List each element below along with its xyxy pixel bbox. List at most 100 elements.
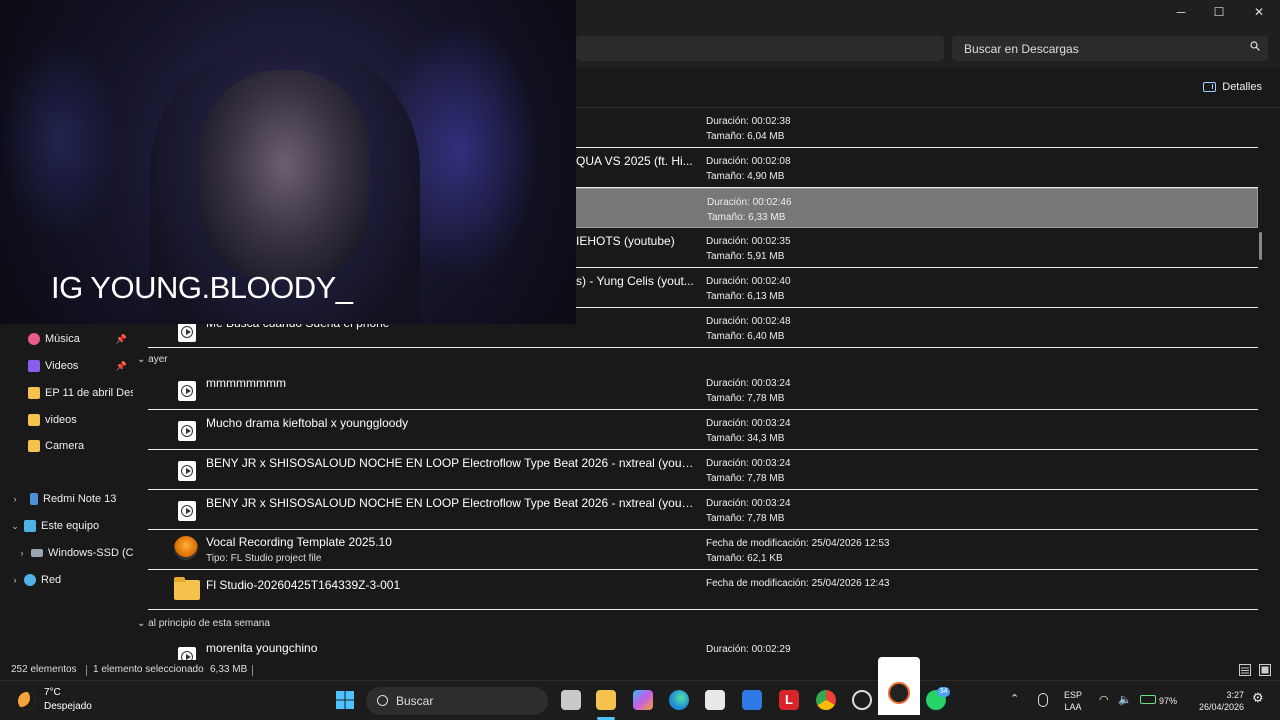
minimize-button[interactable]: ─ <box>1162 0 1200 24</box>
details-pane-icon <box>1203 82 1217 92</box>
taskbar-search[interactable]: Buscar <box>366 687 548 715</box>
task-view-icon[interactable] <box>561 690 581 710</box>
windows-start-icon[interactable] <box>335 690 355 710</box>
file-duration: Duración: 00:02:48 <box>706 316 791 327</box>
nav-item-windows-ssd[interactable]: › Windows-SSD (C:) <box>0 540 134 566</box>
chevron-right-icon[interactable]: › <box>15 548 29 558</box>
keyboard-layout: LAA <box>1064 702 1082 712</box>
webcam-person-face <box>200 70 370 280</box>
nav-item-videos-folder[interactable]: videos <box>0 407 133 433</box>
file-size: Tamaño: 6,04 MB <box>706 131 785 142</box>
language-code: ESP <box>1064 690 1083 700</box>
audio-file-icon <box>178 421 196 441</box>
copilot-icon[interactable] <box>633 690 653 710</box>
nav-item-label: Windows-SSD (C:) <box>48 547 133 559</box>
details-view-icon[interactable] <box>1239 664 1251 676</box>
close-button[interactable]: ✕ <box>1240 0 1278 24</box>
computer-icon <box>24 520 36 532</box>
file-size: Tamaño: 34,3 MB <box>706 433 785 444</box>
file-modified: Fecha de modificación: 25/04/2026 12:53 <box>706 538 890 549</box>
webcam-caption: IG YOUNG.BLOODY_ <box>51 270 353 305</box>
taskbar-preview-popup[interactable] <box>878 657 920 715</box>
audio-file-icon <box>178 501 196 521</box>
nav-item-music[interactable]: Música 📌 <box>0 326 133 352</box>
chrome-icon[interactable] <box>816 690 836 710</box>
battery-indicator[interactable]: 97% <box>1140 695 1177 707</box>
file-duration: Duración: 00:02:46 <box>707 197 792 208</box>
music-icon <box>28 333 40 345</box>
file-row[interactable]: morenita youngchino Duración: 00:02:29 <box>148 634 1258 660</box>
nav-item-label: videos <box>45 414 77 426</box>
mail-icon[interactable] <box>742 690 762 710</box>
file-size: Tamaño: 4,90 MB <box>706 171 785 182</box>
group-label: al principio de esta semana <box>148 618 270 629</box>
file-row[interactable]: Mucho drama kieftobal x younggloody Dura… <box>148 410 1258 450</box>
group-header-yesterday[interactable]: ⌄ ayer <box>137 354 168 365</box>
taskbar: 7°C Despejado Buscar L 34 ⌃ ESP LAA ◠ 🔈 <box>0 680 1280 720</box>
file-name: IEHOTS (youtube) <box>576 234 675 248</box>
file-row[interactable]: Fl Studio-20260425T164339Z-3-001 Fecha d… <box>148 570 1258 610</box>
folder-icon <box>28 414 40 426</box>
file-duration: Duración: 00:03:24 <box>706 498 791 509</box>
notification-icon[interactable]: ⚙ <box>1252 691 1264 704</box>
search-icon <box>377 695 388 706</box>
pin-icon: 📌 <box>115 333 127 344</box>
screen: ─ ☐ ✕ Buscar en Descargas Detalles IG YO… <box>0 0 1280 720</box>
file-explorer-icon[interactable] <box>596 690 616 710</box>
moon-icon <box>18 692 36 710</box>
nav-item-camera[interactable]: Camera <box>0 433 133 459</box>
file-name: BENY JR x SHISOSALOUD NOCHE EN LOOP Elec… <box>206 496 696 510</box>
language-indicator[interactable]: ESP LAA <box>1064 689 1082 713</box>
microsoft-store-icon[interactable] <box>705 690 725 710</box>
divider <box>252 665 253 676</box>
volume-icon[interactable]: 🔈 <box>1118 694 1132 706</box>
address-bar[interactable] <box>576 36 944 61</box>
details-button[interactable]: Detalles <box>1203 81 1262 93</box>
file-row[interactable]: Vocal Recording Template 2025.10 Tipo: F… <box>148 530 1258 570</box>
maximize-button[interactable]: ☐ <box>1200 0 1238 24</box>
file-name: s) - Yung Celis (yout... <box>576 274 694 288</box>
group-header-this-week[interactable]: ⌄ al principio de esta semana <box>137 618 270 629</box>
network-icon <box>24 574 36 586</box>
file-size: Tamaño: 6,13 MB <box>706 291 785 302</box>
file-name: BENY JR x SHISOSALOUD NOCHE EN LOOP Elec… <box>206 456 696 470</box>
audio-file-icon <box>178 461 196 481</box>
drive-icon <box>31 549 43 557</box>
tiles-view-icon[interactable] <box>1259 664 1271 676</box>
webcam-light <box>0 40 120 240</box>
navigation-pane: Música 📌 Videos 📌 EP 11 de abril Desp vi… <box>0 324 133 660</box>
selection-count: 1 elemento seleccionado <box>93 664 204 675</box>
weather-temp: 7°C <box>44 687 61 698</box>
chevron-right-icon[interactable]: › <box>8 575 22 585</box>
file-type: Tipo: FL Studio project file <box>206 553 322 564</box>
nav-item-redmi[interactable]: › Redmi Note 13 <box>0 486 133 512</box>
microphone-icon[interactable] <box>1038 693 1048 707</box>
file-row[interactable]: BENY JR x SHISOSALOUD NOCHE EN LOOP Elec… <box>148 490 1258 530</box>
nav-item-label: Este equipo <box>41 520 100 532</box>
folder-icon <box>28 387 40 399</box>
app-circle-icon[interactable] <box>852 690 872 710</box>
clock[interactable]: 3:27 26/04/2026 <box>1188 689 1244 713</box>
file-row[interactable]: BENY JR x SHISOSALOUD NOCHE EN LOOP Elec… <box>148 450 1258 490</box>
edge-icon[interactable] <box>669 690 689 710</box>
wifi-icon[interactable]: ◠ <box>1099 694 1109 706</box>
nav-item-videos[interactable]: Videos 📌 <box>0 353 133 379</box>
app-l-icon[interactable]: L <box>779 690 799 710</box>
clock-time: 3:27 <box>1226 690 1244 700</box>
search-input[interactable]: Buscar en Descargas <box>952 36 1268 61</box>
nav-item-ep[interactable]: EP 11 de abril Desp <box>0 380 133 406</box>
nav-item-label: EP 11 de abril Desp <box>45 387 133 399</box>
file-name: Mucho drama kieftobal x younggloody <box>206 416 409 430</box>
phone-icon <box>30 493 38 505</box>
nav-item-network[interactable]: › Red <box>0 567 133 593</box>
nav-item-this-pc[interactable]: ⌄ Este equipo <box>0 513 133 539</box>
file-name: morenita youngchino <box>206 641 318 655</box>
weather-widget[interactable]: 7°C Despejado <box>18 687 92 712</box>
file-row[interactable]: mmmmmmmm Duración: 00:03:24 Tamaño: 7,78… <box>148 370 1258 410</box>
file-name: QUA VS 2025 (ft. Hi... <box>576 154 693 168</box>
chevron-right-icon[interactable]: › <box>8 494 22 504</box>
app-icon <box>888 682 910 704</box>
chevron-down-icon[interactable]: ⌄ <box>8 521 22 532</box>
scrollbar-thumb[interactable] <box>1259 232 1262 260</box>
chevron-up-icon[interactable]: ⌃ <box>1010 693 1019 705</box>
